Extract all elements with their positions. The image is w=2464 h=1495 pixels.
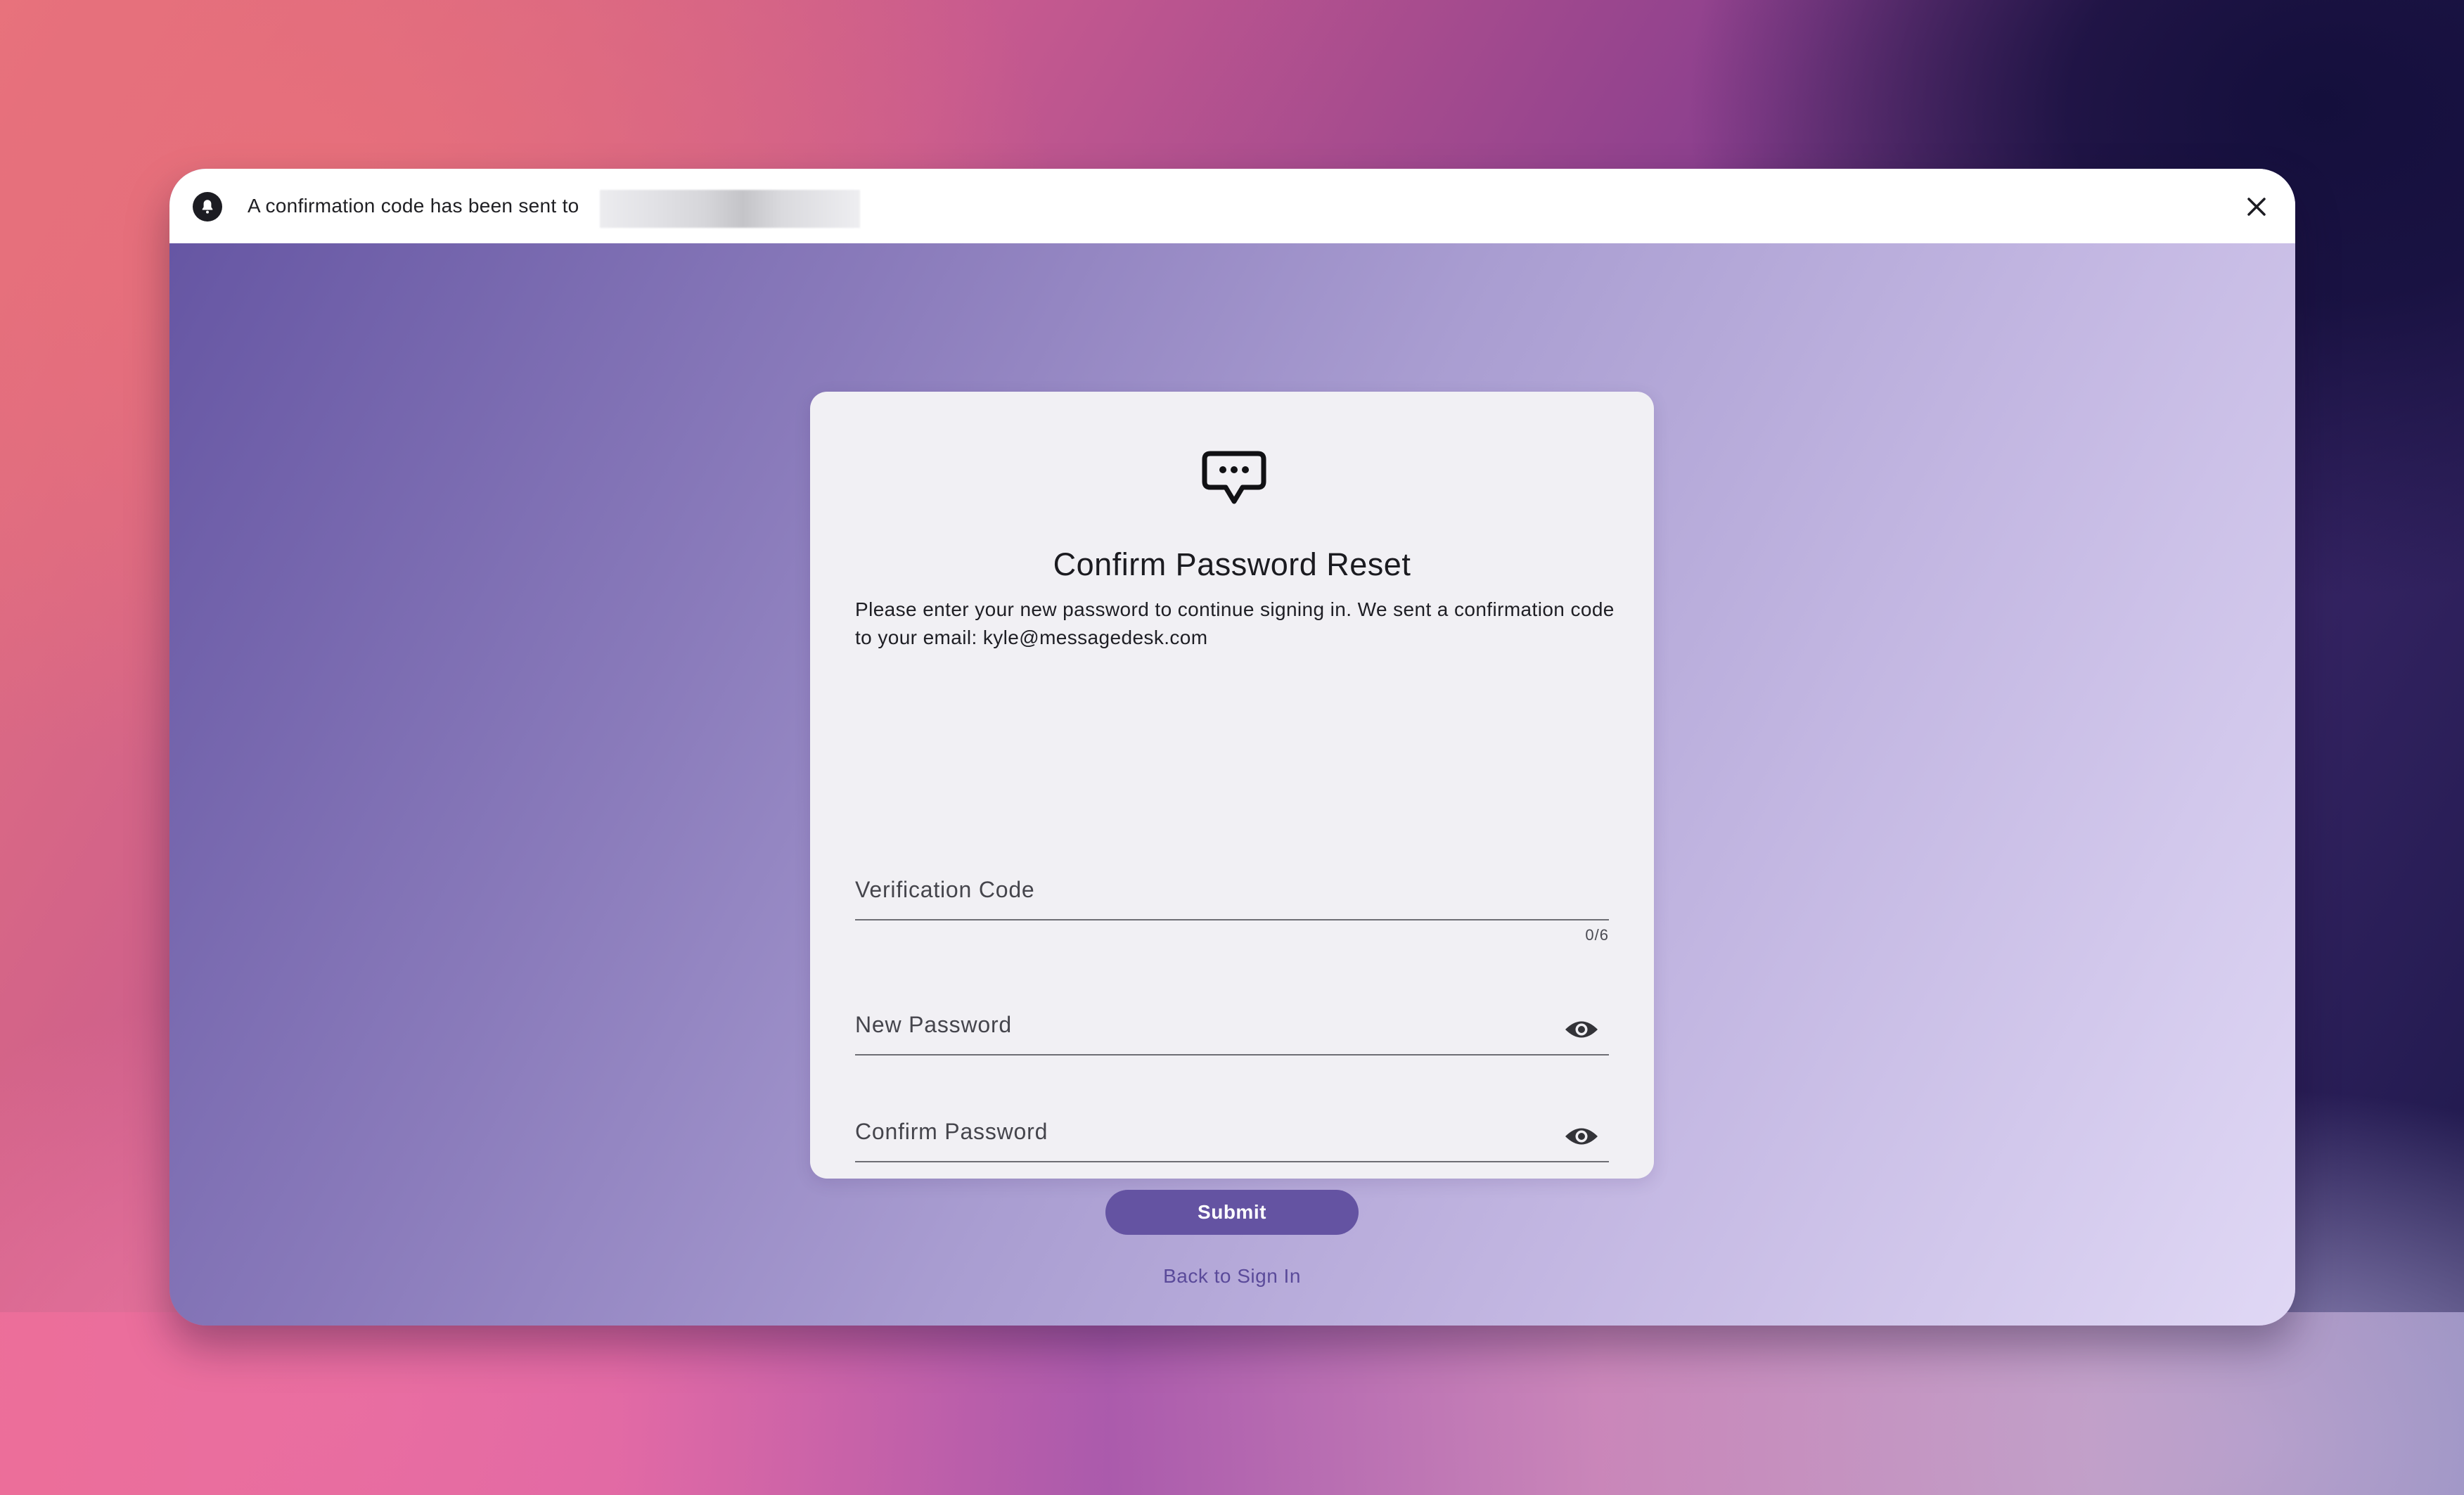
browser-window: A confirmation code has been sent to Con… (169, 169, 2295, 1326)
reset-instructions: Please enter your new password to contin… (855, 598, 1615, 648)
eye-icon[interactable] (1564, 1018, 1599, 1041)
confirm-password-field[interactable]: Confirm Password (855, 1098, 1612, 1162)
bell-icon (193, 192, 222, 222)
notification-bar: A confirmation code has been sent to (169, 169, 2295, 243)
redacted-email (600, 190, 860, 228)
submit-button[interactable]: Submit (1105, 1190, 1359, 1235)
confirm-password-input[interactable] (855, 1098, 1612, 1162)
verification-code-field[interactable]: Verification Code (855, 856, 1612, 920)
new-password-field[interactable]: New Password (855, 991, 1612, 1056)
page-title: Confirm Password Reset (1053, 546, 1411, 582)
password-reset-card: Confirm Password Reset Please enter your… (810, 392, 1654, 1287)
notification-message: A confirmation code has been sent to (248, 195, 579, 217)
eye-icon[interactable] (1564, 1124, 1599, 1148)
back-to-sign-in-link[interactable]: Back to Sign In (810, 1265, 1654, 1288)
new-password-input[interactable] (855, 991, 1612, 1056)
chat-bubble-icon (1200, 449, 1268, 508)
verification-code-counter: 0/6 (1585, 926, 1609, 944)
close-icon[interactable] (2242, 193, 2271, 221)
verification-code-input[interactable] (855, 856, 1612, 920)
